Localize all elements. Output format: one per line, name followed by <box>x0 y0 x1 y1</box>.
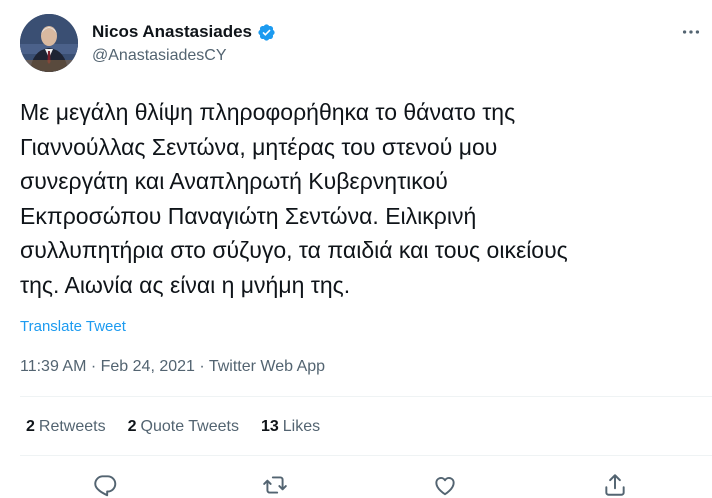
divider <box>20 455 712 456</box>
display-name[interactable]: Nicos Anastasiades <box>92 22 252 42</box>
heart-icon <box>435 476 455 496</box>
retweets-label: Retweets <box>38 418 106 435</box>
like-button[interactable] <box>432 472 458 498</box>
retweet-button[interactable] <box>262 472 288 498</box>
avatar-image <box>20 14 78 72</box>
more-horizontal-icon <box>682 30 700 34</box>
retweets-stat[interactable]: 2 Retweets <box>26 417 106 437</box>
verified-badge-icon <box>258 24 275 41</box>
likes-count: 13 <box>260 418 279 435</box>
translate-tweet-link[interactable]: Translate Tweet <box>20 318 126 336</box>
avatar[interactable] <box>20 14 78 72</box>
engagement-stats: 2 Retweets 2 Quote Tweets 13 Likes <box>26 417 342 437</box>
more-options-button[interactable] <box>676 20 706 44</box>
reply-icon <box>94 475 117 497</box>
share-button[interactable] <box>602 472 628 498</box>
user-handle[interactable]: @AnastasiadesCY <box>92 46 227 66</box>
quote-tweets-label: Quote Tweets <box>140 418 239 435</box>
tweet-actions <box>0 472 712 498</box>
likes-stat[interactable]: 13 Likes <box>261 417 320 437</box>
retweets-count: 2 <box>26 418 35 435</box>
tweet-timestamp[interactable]: 11:39 AM · Feb 24, 2021 · Twitter Web Ap… <box>20 357 325 377</box>
retweet-icon <box>263 476 287 494</box>
divider <box>20 396 712 397</box>
reply-button[interactable] <box>92 472 118 498</box>
share-icon <box>605 474 625 496</box>
tweet-card: Nicos Anastasiades @AnastasiadesCY Με με… <box>0 0 712 498</box>
quote-tweets-stat[interactable]: 2 Quote Tweets <box>128 417 239 437</box>
quote-tweets-count: 2 <box>127 418 137 435</box>
tweet-text: Με μεγάλη θλίψη πληροφορήθηκα το θάνατο … <box>20 99 568 298</box>
likes-label: Likes <box>282 418 321 435</box>
